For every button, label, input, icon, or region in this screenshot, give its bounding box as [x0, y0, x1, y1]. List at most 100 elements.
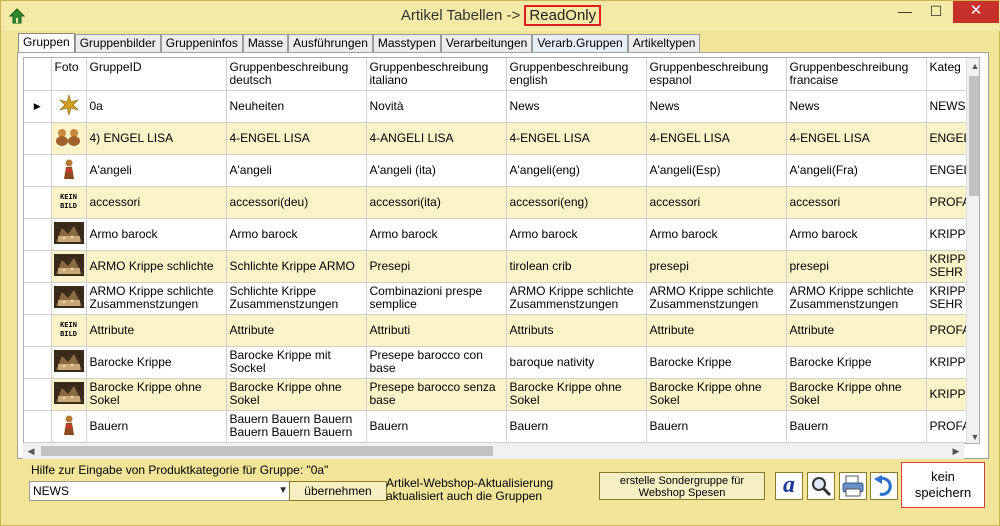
table-row[interactable]: Barocke Krippe Barocke Krippe mit Sockel P…: [24, 346, 975, 379]
foto-cell[interactable]: [51, 282, 87, 315]
close-button[interactable]: ✕: [953, 1, 999, 23]
foto-cell[interactable]: [51, 410, 87, 443]
scroll-left-icon[interactable]: ◀: [23, 443, 39, 459]
row-selector[interactable]: [24, 122, 52, 155]
row-selector[interactable]: [24, 410, 52, 443]
table-cell[interactable]: Armo barock: [226, 218, 367, 251]
table-cell[interactable]: Attributs: [506, 314, 647, 347]
foto-cell[interactable]: KEIN BILD: [51, 314, 87, 347]
table-cell[interactable]: Barocke Krippe ohne Sokel: [646, 378, 787, 411]
print-icon[interactable]: [839, 472, 867, 500]
table-cell[interactable]: Barocke Krippe ohne Sokel: [786, 378, 927, 411]
row-selector[interactable]: [24, 154, 52, 187]
table-cell[interactable]: Armo barock: [86, 218, 227, 251]
table-row[interactable]: KEIN BILD accessori accessori(deu) accessor…: [24, 186, 975, 219]
table-cell[interactable]: Armo barock: [646, 218, 787, 251]
scroll-up-icon[interactable]: ▲: [967, 58, 979, 74]
column-header[interactable]: Gruppenbeschreibung francaise: [786, 58, 927, 91]
table-cell[interactable]: tirolean crib: [506, 250, 647, 283]
table-cell[interactable]: accessori(deu): [226, 186, 367, 219]
table-cell[interactable]: 4-ENGEL LISA: [226, 122, 367, 155]
row-selector[interactable]: [24, 250, 52, 283]
table-cell[interactable]: Novità: [366, 90, 507, 123]
table-cell[interactable]: Barocke Krippe mit Sockel: [226, 346, 367, 379]
table-cell[interactable]: Neuheiten: [226, 90, 367, 123]
horizontal-scroll-thumb[interactable]: [41, 446, 493, 456]
chevron-down-icon[interactable]: ▼: [278, 482, 288, 500]
table-cell[interactable]: A'angeli(eng): [506, 154, 647, 187]
table-cell[interactable]: News: [646, 90, 787, 123]
table-row[interactable]: Bauern Bauern Bauern Bauern Bauern Bauern…: [24, 410, 975, 443]
table-cell[interactable]: accessori: [646, 186, 787, 219]
table-cell[interactable]: Attribute: [86, 314, 227, 347]
table-cell[interactable]: Bauern: [786, 410, 927, 443]
tab-gruppeninfos[interactable]: Gruppeninfos: [160, 34, 243, 53]
horizontal-scrollbar[interactable]: ◀ ▶: [23, 443, 964, 459]
column-header[interactable]: Gruppenbeschreibung deutsch: [226, 58, 367, 91]
table-cell[interactable]: presepi: [646, 250, 787, 283]
table-row[interactable]: Barocke Krippe ohne Sokel Barocke Krippe …: [24, 378, 975, 411]
table-cell[interactable]: Presepe barocco senza base: [366, 378, 507, 411]
table-row[interactable]: Armo barock Armo barock Armo barock Armo ba…: [24, 218, 975, 251]
column-header[interactable]: Gruppenbeschreibung italiano: [366, 58, 507, 91]
table-cell[interactable]: accessori: [86, 186, 227, 219]
font-a-icon[interactable]: a: [775, 472, 803, 500]
table-cell[interactable]: Armo barock: [506, 218, 647, 251]
table-cell[interactable]: 4-ENGEL LISA: [786, 122, 927, 155]
row-selector[interactable]: [24, 378, 52, 411]
tab-ausführungen[interactable]: Ausführungen: [288, 34, 373, 53]
table-cell[interactable]: Bauern Bauern Bauern Bauern Bauern Bauer…: [226, 410, 367, 443]
sondergruppe-button[interactable]: erstelle Sondergruppe für Webshop Spesen: [599, 472, 765, 500]
uebernehmen-button[interactable]: übernehmen: [289, 481, 387, 501]
column-header[interactable]: Foto: [51, 58, 87, 91]
table-cell[interactable]: Bauern: [646, 410, 787, 443]
tab-verarbeitungen[interactable]: Verarbeitungen: [440, 34, 533, 53]
table-row[interactable]: A'angeli A'angeli A'angeli (ita) A'angeli(e…: [24, 154, 975, 187]
table-cell[interactable]: 4-ANGELI LISA: [366, 122, 507, 155]
table-cell[interactable]: News: [786, 90, 927, 123]
scroll-right-icon[interactable]: ▶: [948, 443, 964, 459]
kein-speichern-button[interactable]: kein speichern: [901, 462, 985, 508]
table-cell[interactable]: Presepe barocco con base: [366, 346, 507, 379]
foto-cell[interactable]: [51, 122, 87, 155]
table-cell[interactable]: ARMO Krippe schlichte: [86, 250, 227, 283]
scroll-down-icon[interactable]: ▼: [967, 429, 979, 443]
table-row[interactable]: ARMO Krippe schlichte Schlichte Krippe AR…: [24, 250, 975, 283]
table-cell[interactable]: A'angeli(Fra): [786, 154, 927, 187]
table-cell[interactable]: Barocke Krippe ohne Sokel: [86, 378, 227, 411]
tab-gruppen[interactable]: Gruppen: [18, 33, 75, 53]
table-cell[interactable]: Barocke Krippe ohne Sokel: [506, 378, 647, 411]
table-cell[interactable]: Attribute: [646, 314, 787, 347]
table-cell[interactable]: Barocke Krippe: [786, 346, 927, 379]
produktkategorie-select[interactable]: NEWS ▼: [29, 481, 293, 501]
table-cell[interactable]: accessori(eng): [506, 186, 647, 219]
table-cell[interactable]: Bauern: [366, 410, 507, 443]
table-cell[interactable]: Schlichte Krippe ARMO: [226, 250, 367, 283]
undo-icon[interactable]: [870, 472, 898, 500]
foto-cell[interactable]: [51, 218, 87, 251]
table-cell[interactable]: baroque nativity: [506, 346, 647, 379]
table-cell[interactable]: accessori(ita): [366, 186, 507, 219]
table-cell[interactable]: Armo barock: [366, 218, 507, 251]
table-cell[interactable]: ARMO Krippe schlichte Zusammenstzungen: [86, 282, 227, 315]
table-row[interactable]: KEIN BILD Attribute Attribute Attributi Attr…: [24, 314, 975, 347]
row-selector[interactable]: [24, 186, 52, 219]
foto-cell[interactable]: [51, 346, 87, 379]
table-cell[interactable]: Barocke Krippe ohne Sokel: [226, 378, 367, 411]
table-cell[interactable]: ARMO Krippe schlichte Zusammenstzungen: [506, 282, 647, 315]
row-selector[interactable]: [24, 282, 52, 315]
vertical-scrollbar[interactable]: ▲ ▼: [966, 58, 979, 443]
table-cell[interactable]: News: [506, 90, 647, 123]
table-cell[interactable]: 4-ENGEL LISA: [646, 122, 787, 155]
tab-masse[interactable]: Masse: [242, 34, 289, 53]
vertical-scroll-thumb[interactable]: [969, 76, 979, 196]
foto-cell[interactable]: [51, 90, 87, 123]
table-cell[interactable]: A'angeli (ita): [366, 154, 507, 187]
table-cell[interactable]: 4-ENGEL LISA: [506, 122, 647, 155]
foto-cell[interactable]: [51, 250, 87, 283]
maximize-button[interactable]: ☐: [921, 1, 951, 23]
row-selector[interactable]: ▶: [24, 90, 52, 123]
foto-cell[interactable]: [51, 378, 87, 411]
table-cell[interactable]: Barocke Krippe: [86, 346, 227, 379]
table-row[interactable]: 4) ENGEL LISA 4-ENGEL LISA 4-ANGELI LISA 4-…: [24, 122, 975, 155]
